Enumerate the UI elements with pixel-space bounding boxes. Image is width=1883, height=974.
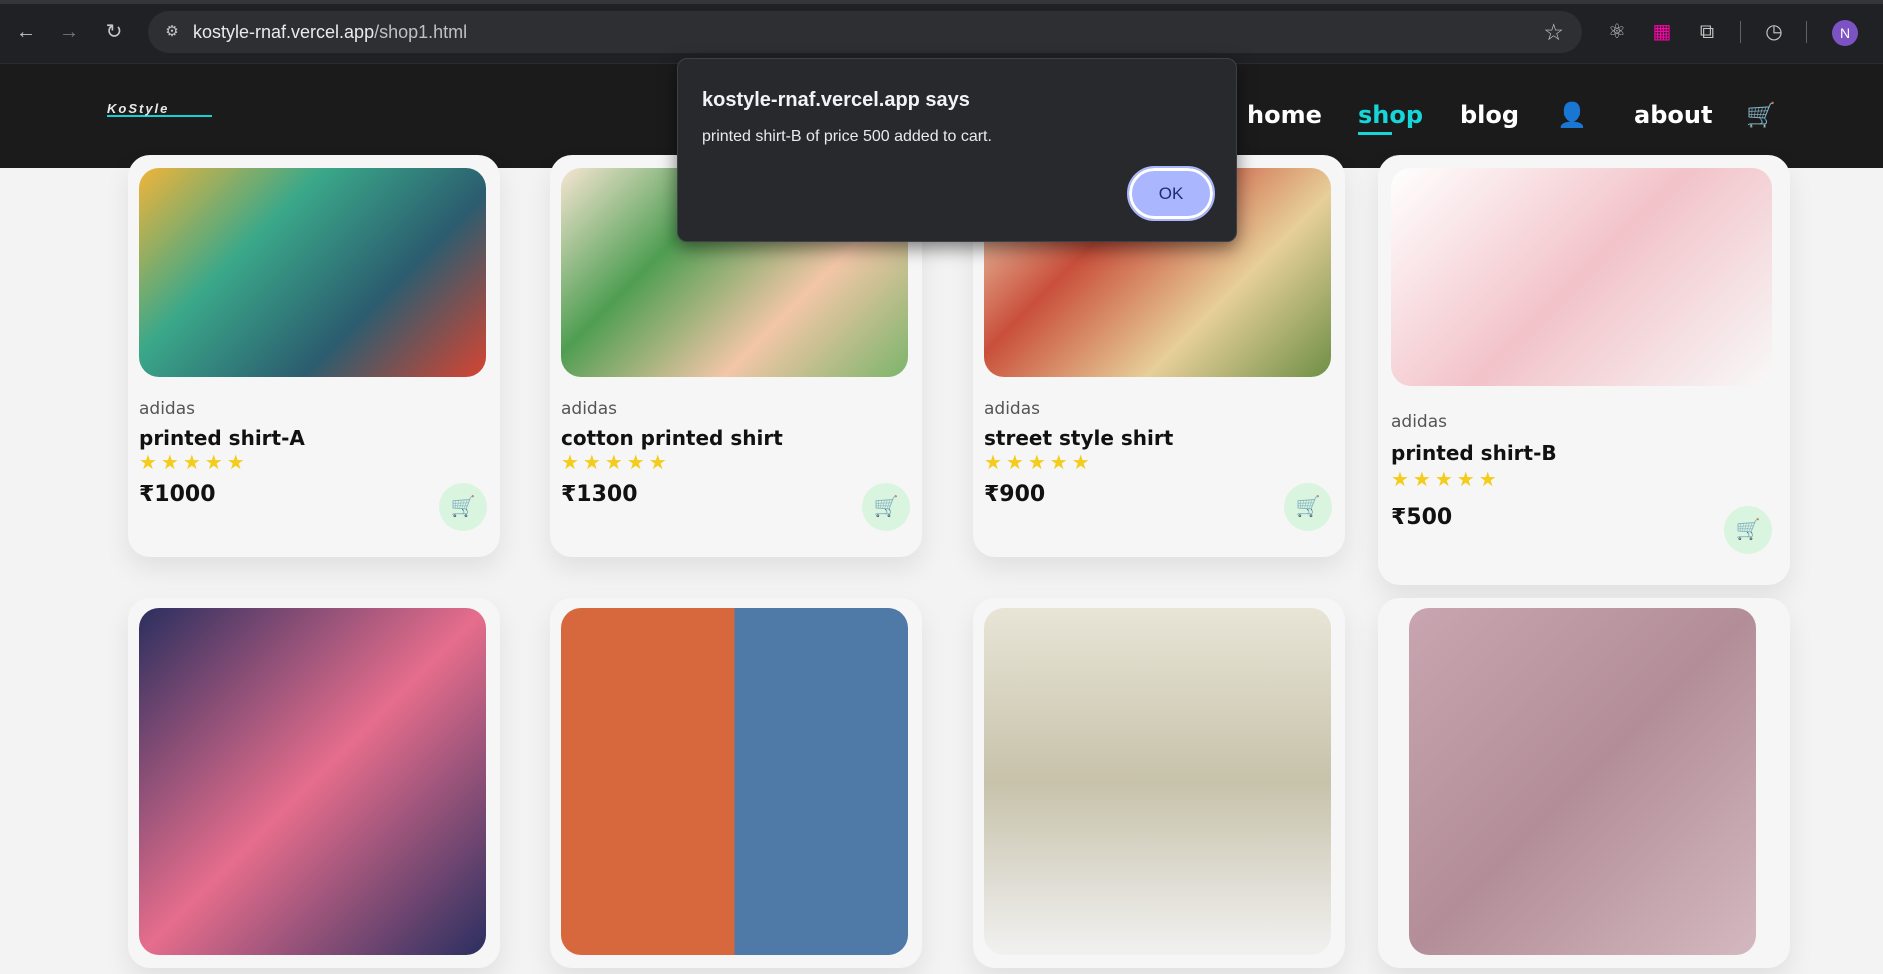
toolbar-separator (1806, 21, 1807, 43)
site-settings-icon[interactable]: ⚙ (162, 22, 182, 42)
react-devtools-icon[interactable]: ⚛ (1603, 18, 1631, 46)
product-image[interactable] (984, 608, 1331, 955)
nav-shop[interactable]: shop (1358, 101, 1423, 135)
reload-icon[interactable]: ↻ (100, 18, 128, 46)
product-price: ₹1000 (139, 482, 216, 507)
user-check-icon[interactable]: 👤 (1557, 101, 1587, 130)
dialog-message: printed shirt-B of price 500 added to ca… (702, 128, 992, 145)
profile-avatar[interactable]: N (1832, 20, 1858, 46)
history-icon[interactable]: ◷ (1760, 18, 1788, 46)
product-price: ₹500 (1391, 505, 1453, 530)
product-brand: adidas (139, 399, 195, 419)
product-brand: adidas (561, 399, 617, 419)
product-image[interactable] (139, 608, 486, 955)
add-to-cart-button[interactable]: 🛒 (439, 483, 487, 531)
nav-blog[interactable]: blog (1460, 101, 1519, 129)
product-price: ₹900 (984, 482, 1046, 507)
browser-tab-strip (0, 0, 1883, 4)
product-brand: adidas (1391, 412, 1447, 432)
product-rating: ★★★★★ (561, 452, 671, 474)
product-name: street style shirt (984, 426, 1174, 450)
color-picker-extension-icon[interactable]: ▦ (1648, 18, 1676, 46)
product-rating: ★★★★★ (1391, 469, 1501, 491)
extensions-icon[interactable]: ⧉ (1693, 18, 1721, 46)
toolbar-separator (1740, 21, 1741, 43)
product-brand: adidas (984, 399, 1040, 419)
product-name: printed shirt-A (139, 426, 305, 450)
back-icon[interactable]: ← (12, 18, 40, 46)
add-to-cart-button[interactable]: 🛒 (862, 483, 910, 531)
product-price: ₹1300 (561, 482, 638, 507)
dialog-title: kostyle-rnaf.vercel.app says (702, 89, 970, 111)
product-image[interactable] (1391, 168, 1772, 386)
ok-button[interactable]: OK (1127, 166, 1215, 221)
product-name: cotton printed shirt (561, 426, 783, 450)
address-bar[interactable]: ⚙ kostyle-rnaf.vercel.app/shop1.html ☆ (148, 11, 1582, 53)
product-rating: ★★★★★ (984, 452, 1094, 474)
add-to-cart-button[interactable]: 🛒 (1284, 483, 1332, 531)
product-rating: ★★★★★ (139, 452, 249, 474)
cart-icon[interactable]: 🛒 (1746, 101, 1776, 130)
product-image[interactable] (1409, 608, 1756, 955)
alert-dialog: kostyle-rnaf.vercel.app says printed shi… (677, 58, 1237, 242)
nav-home[interactable]: home (1247, 101, 1322, 129)
bookmark-star-icon[interactable]: ☆ (1543, 19, 1564, 46)
nav-about[interactable]: about (1634, 101, 1712, 129)
product-image[interactable] (561, 608, 908, 955)
product-name: printed shirt-B (1391, 441, 1557, 465)
add-to-cart-button[interactable]: 🛒 (1724, 506, 1772, 554)
forward-icon[interactable]: → (55, 18, 83, 46)
product-image[interactable] (139, 168, 486, 377)
site-logo[interactable]: KoStyle (107, 102, 212, 117)
url-text[interactable]: kostyle-rnaf.vercel.app/shop1.html (193, 22, 467, 43)
